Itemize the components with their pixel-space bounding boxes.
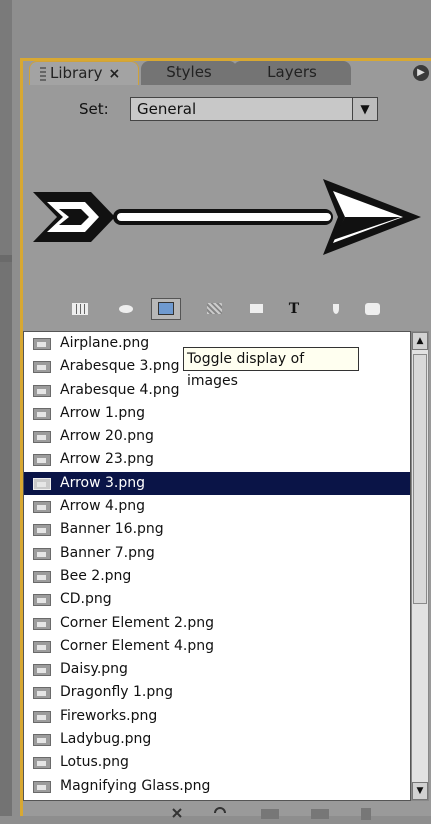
dock-segment (0, 0, 12, 255)
tooltip: Toggle display of images (183, 347, 359, 389)
list-item-label: Banner 7.png (60, 544, 155, 561)
list-item-label: Corner Element 2.png (60, 614, 214, 631)
image-thumbnail-icon (33, 407, 51, 420)
list-item[interactable]: Banner 7.png (24, 542, 410, 565)
list-item[interactable]: Ladybug.png (24, 728, 410, 751)
image-thumbnail-icon (33, 570, 51, 583)
image-thumbnail-icon (33, 524, 51, 537)
panel-menu-icon[interactable]: ▶ (413, 65, 429, 81)
list-item[interactable]: Fireworks.png (24, 705, 410, 728)
delete-icon (361, 808, 371, 820)
image-thumbnail-icon (33, 757, 51, 770)
tab-layers[interactable]: Layers (233, 61, 351, 85)
set-dropdown-value: General (137, 100, 197, 118)
image-thumbnail-icon (33, 734, 51, 747)
tab-layers-label: Layers (267, 63, 317, 81)
list-item[interactable]: Arrow 1.png (24, 402, 410, 425)
tab-styles[interactable]: Styles (141, 61, 237, 85)
grid-view-icon[interactable] (69, 299, 91, 319)
brush-icon[interactable] (325, 299, 347, 319)
image-thumbnail-icon (33, 477, 51, 490)
library-toolbar: T (23, 295, 431, 325)
scroll-down-icon[interactable]: ▼ (412, 782, 428, 800)
window-top-area (0, 0, 431, 58)
insert-icon (261, 809, 279, 819)
list-item[interactable]: Arrow 3.png (24, 471, 410, 496)
list-item[interactable]: Arrow 4.png (24, 495, 410, 518)
list-item[interactable]: Daisy.png (24, 658, 410, 681)
image-thumbnail-icon (33, 501, 51, 514)
list-item-label: Arabesque 4.png (60, 381, 180, 398)
tab-styles-label: Styles (166, 63, 212, 81)
list-scrollbar[interactable]: ▲ ▼ (411, 331, 429, 801)
list-item-label: Dragonfly 1.png (60, 684, 173, 701)
image-thumbnail-icon (33, 617, 51, 630)
image-thumbnail-icon (33, 710, 51, 723)
list-item-label: Airplane.png (60, 335, 150, 351)
list-item-label: Arrow 23.png (60, 451, 154, 468)
set-label: Set: (79, 100, 109, 118)
shape-icon[interactable] (115, 299, 137, 319)
list-item[interactable]: Magnifying Glass.png (24, 775, 410, 798)
image-thumbnail-icon (33, 431, 51, 444)
image-thumbnail-icon (33, 687, 51, 700)
image-thumbnail-icon (33, 361, 51, 374)
close-icon[interactable]: × (108, 66, 120, 82)
dock-segment (0, 262, 12, 816)
image-icon[interactable] (151, 298, 181, 320)
list-item[interactable]: Bee 2.png (24, 565, 410, 588)
scroll-thumb[interactable] (413, 354, 427, 604)
image-thumbnail-icon (33, 640, 51, 653)
list-item-label: Arrow 3.png (60, 474, 146, 491)
list-item[interactable]: Arrow 23.png (24, 448, 410, 471)
list-item[interactable]: Banner 16.png (24, 518, 410, 541)
list-item-label: Arrow 4.png (60, 498, 146, 515)
list-item-label: Banner 16.png (60, 521, 164, 538)
list-item-label: Ladybug.png (60, 731, 152, 748)
list-item-label: Fireworks.png (60, 707, 158, 724)
list-item-label: Corner Element 4.png (60, 637, 214, 654)
list-item-label: Arrow 20.png (60, 428, 154, 445)
undo-icon (214, 807, 226, 814)
list-item-label: Daisy.png (60, 661, 128, 678)
tab-library[interactable]: Library × (29, 61, 139, 85)
image-thumbnail-icon (33, 780, 51, 793)
image-thumbnail-icon (33, 384, 51, 397)
image-thumbnail-icon (33, 547, 51, 560)
image-thumbnail-icon (33, 594, 51, 607)
library-panel: Library × Styles Layers ▶ Set: General ▼ (20, 58, 431, 820)
folder-icon[interactable] (245, 299, 267, 319)
panel-footer (23, 805, 431, 820)
image-thumbnail-icon (33, 664, 51, 677)
footer-icons (172, 807, 371, 820)
list-item[interactable]: Corner Element 2.png (24, 612, 410, 635)
list-item-label: Bee 2.png (60, 567, 132, 584)
image-thumbnail-icon (33, 454, 51, 467)
tab-library-label: Library (50, 64, 103, 82)
list-item-label: Arrow 1.png (60, 404, 146, 421)
new-item-icon (311, 809, 329, 819)
texture-icon[interactable] (203, 299, 225, 319)
image-thumbnail-icon (33, 338, 51, 350)
set-dropdown[interactable]: General ▼ (130, 97, 378, 121)
list-item[interactable]: Lotus.png (24, 751, 410, 774)
list-item-label: CD.png (60, 591, 112, 608)
list-item-label: Magnifying Glass.png (60, 777, 211, 794)
arrow-preview-icon (33, 179, 421, 255)
scroll-up-icon[interactable]: ▲ (412, 332, 428, 350)
chevron-down-icon[interactable]: ▼ (352, 98, 377, 120)
panel-tabs: Library × Styles Layers ▶ (23, 61, 431, 86)
text-icon[interactable]: T (283, 299, 305, 319)
preview-image (33, 179, 421, 255)
list-item-label: Arabesque 3.png (60, 358, 180, 375)
download-icon[interactable] (361, 299, 383, 319)
grip-icon (40, 66, 46, 81)
list-item-label: Lotus.png (60, 754, 129, 771)
left-dock-edge (0, 0, 12, 816)
library-item-list: Airplane.png Arabesque 3.png Arabesque 4.p… (23, 331, 411, 801)
list-item[interactable]: Arrow 20.png (24, 425, 410, 448)
list-item[interactable]: CD.png (24, 588, 410, 611)
list-item[interactable]: Dragonfly 1.png (24, 681, 410, 704)
list-item[interactable]: Corner Element 4.png (24, 635, 410, 658)
